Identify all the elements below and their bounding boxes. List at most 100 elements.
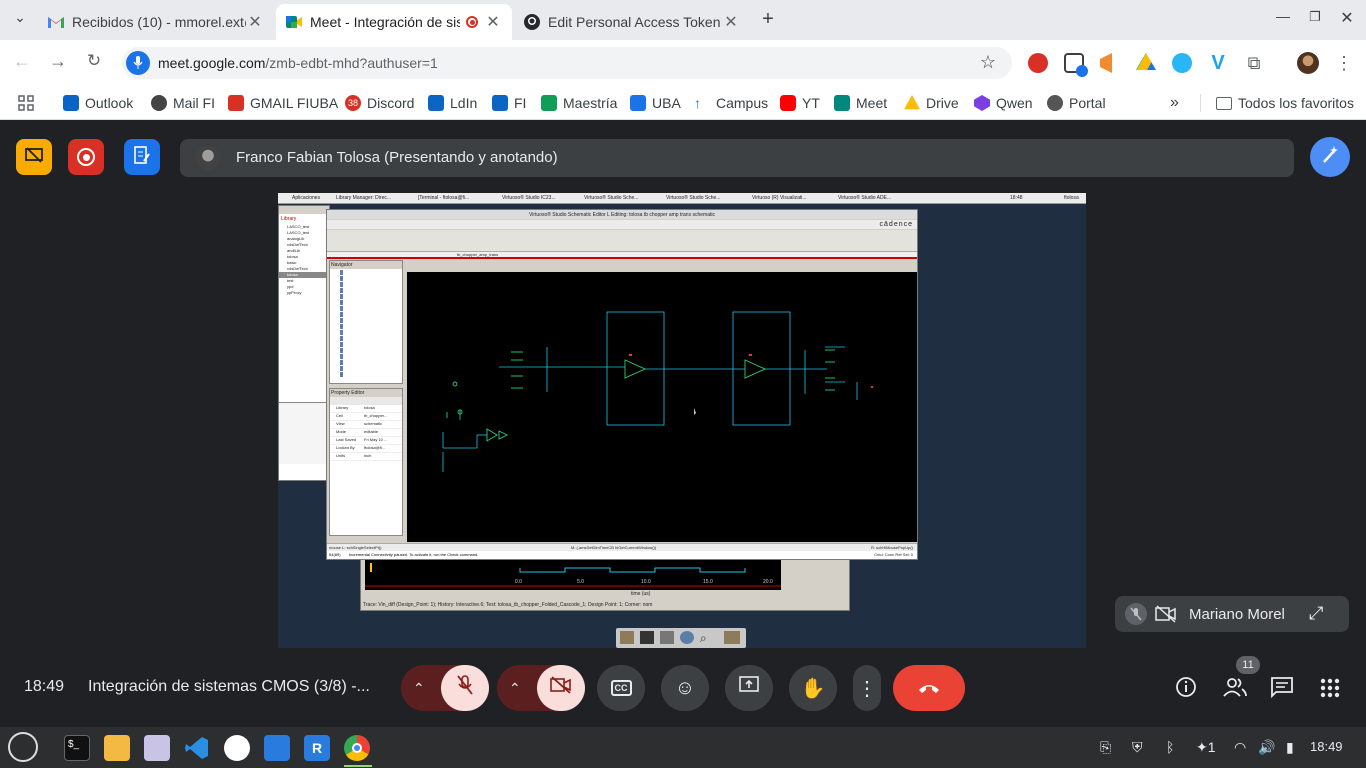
bookmark-yt[interactable]: YT bbox=[780, 93, 820, 113]
navigator-instance-row[interactable] bbox=[340, 288, 356, 293]
camera-options-chevron-icon[interactable]: ⌃ bbox=[509, 680, 521, 697]
terminal-app-icon[interactable]: $_ bbox=[64, 735, 90, 761]
activities-grid-icon[interactable] bbox=[1320, 678, 1340, 698]
apps-grid-icon[interactable] bbox=[18, 93, 34, 113]
navigator-instance-row[interactable] bbox=[340, 342, 356, 347]
vimeo-extension-icon[interactable]: V bbox=[1208, 53, 1228, 73]
navigator-instance-row[interactable] bbox=[340, 366, 356, 371]
navigator-instance-row[interactable] bbox=[340, 324, 356, 329]
schematic-canvas[interactable] bbox=[407, 272, 917, 542]
raise-hand-button[interactable]: ✋ bbox=[789, 665, 837, 711]
battery-icon[interactable]: ▮ bbox=[1286, 739, 1294, 756]
navigator-instance-row[interactable] bbox=[340, 276, 356, 281]
chat-icon[interactable] bbox=[1270, 676, 1294, 699]
vscode-app-icon[interactable] bbox=[184, 735, 210, 761]
bookmark-drive[interactable]: Drive bbox=[904, 93, 959, 113]
shield-icon[interactable]: ⛨ bbox=[1132, 739, 1143, 756]
captions-button[interactable]: CC bbox=[597, 665, 645, 711]
system-clock[interactable]: 18:49 bbox=[1310, 739, 1343, 754]
navigator-instance-row[interactable] bbox=[340, 372, 356, 377]
tab-github[interactable]: Edit Personal Access Token ( ✕ bbox=[514, 4, 750, 40]
tab-gmail[interactable]: Recibidos (10) - mmorel.ext@ ✕ bbox=[38, 4, 274, 40]
mic-options-chevron-icon[interactable]: ⌃ bbox=[413, 680, 425, 697]
bookmark-meet[interactable]: Meet bbox=[834, 93, 887, 113]
back-icon[interactable]: ← bbox=[10, 51, 34, 72]
all-bookmarks-folder[interactable]: Todos los favoritos bbox=[1216, 93, 1354, 113]
cell-tab[interactable]: tb_chopper_amp_trans bbox=[457, 252, 498, 257]
navigator-instance-row[interactable] bbox=[340, 360, 356, 365]
stop-sharing-button[interactable] bbox=[16, 139, 52, 175]
volume-icon[interactable]: 🔊 bbox=[1258, 739, 1275, 756]
bubble-extension-icon[interactable] bbox=[1172, 53, 1192, 73]
tab-meet[interactable]: Meet - Integración de sist ✕ bbox=[276, 4, 512, 40]
bookmark-portal[interactable]: Portal bbox=[1047, 93, 1106, 113]
megaphone-extension-icon[interactable] bbox=[1100, 53, 1112, 73]
bookmark-maestria[interactable]: Maestría bbox=[541, 93, 617, 113]
more-bookmarks-chevron[interactable]: » bbox=[1170, 93, 1179, 113]
bookmark-outlook[interactable]: Outlook bbox=[63, 93, 133, 113]
navigator-instance-row[interactable] bbox=[340, 318, 356, 323]
more-options-button[interactable]: ⋮ bbox=[853, 665, 881, 711]
chrome-like-app-icon[interactable] bbox=[224, 735, 250, 761]
bookmark-star-icon[interactable]: ☆ bbox=[980, 52, 996, 73]
navigator-instance-row[interactable] bbox=[340, 306, 356, 311]
files-app-icon[interactable] bbox=[104, 735, 130, 761]
present-button[interactable] bbox=[725, 665, 773, 711]
cast-extension-icon[interactable] bbox=[1064, 53, 1088, 77]
camera-toggle-button[interactable] bbox=[537, 665, 585, 711]
library-item[interactable]: ypProxy bbox=[279, 290, 329, 296]
reload-icon[interactable]: ↻ bbox=[82, 51, 106, 71]
bookmark-fi[interactable]: FI bbox=[492, 93, 526, 113]
forward-icon[interactable]: → bbox=[46, 51, 70, 72]
reactions-button[interactable]: ☺ bbox=[661, 665, 709, 711]
bookmark-campus[interactable]: ↑ Campus bbox=[694, 93, 768, 113]
close-tab-icon[interactable]: ✕ bbox=[246, 12, 264, 32]
bookmark-uba[interactable]: UBA bbox=[630, 93, 681, 113]
new-tab-button[interactable]: + bbox=[756, 8, 780, 31]
extensions-puzzle-icon[interactable]: ⧉ bbox=[1244, 53, 1264, 73]
navigator-instance-row[interactable] bbox=[340, 354, 356, 359]
clipboard-icon[interactable]: ⎘ bbox=[1100, 739, 1111, 756]
address-bar[interactable]: meet.google.com/zmb-edbt-mhd?authuser=1 … bbox=[122, 47, 1012, 79]
meeting-info-icon[interactable] bbox=[1174, 675, 1198, 699]
microphone-icon[interactable] bbox=[126, 51, 150, 75]
navigator-instance-row[interactable] bbox=[340, 312, 356, 317]
navigator-instance-row[interactable] bbox=[340, 270, 356, 275]
libreoffice-writer-icon[interactable] bbox=[264, 735, 290, 761]
bookmark-gmail-fiuba[interactable]: GMAIL FIUBA bbox=[228, 93, 338, 113]
chrome-app-icon[interactable] bbox=[344, 735, 370, 761]
adblock-extension-icon[interactable] bbox=[1028, 53, 1048, 73]
annotate-button[interactable] bbox=[1310, 137, 1350, 177]
mint-menu-icon[interactable] bbox=[8, 732, 38, 762]
navigator-instance-row[interactable] bbox=[340, 294, 356, 299]
navigator-instance-row[interactable] bbox=[340, 282, 356, 287]
minimize-window-icon[interactable]: — bbox=[1272, 8, 1294, 24]
leave-call-button[interactable] bbox=[893, 665, 965, 711]
close-window-icon[interactable]: ✕ bbox=[1336, 8, 1358, 28]
navigator-instance-row[interactable] bbox=[340, 348, 356, 353]
bookmark-mail-fi[interactable]: Mail FI bbox=[151, 93, 215, 113]
chrome-menu-icon[interactable]: ⋮ bbox=[1334, 53, 1354, 73]
navigator-instance-row[interactable] bbox=[340, 336, 356, 341]
close-tab-icon[interactable]: ✕ bbox=[484, 12, 502, 32]
text-editor-app-icon[interactable] bbox=[144, 735, 170, 761]
navigator-instance-row[interactable] bbox=[340, 300, 356, 305]
people-icon[interactable] bbox=[1222, 675, 1248, 699]
notes-button[interactable] bbox=[124, 139, 160, 175]
bookmark-qwen[interactable]: Qwen bbox=[974, 93, 1033, 113]
close-tab-icon[interactable]: ✕ bbox=[722, 12, 740, 32]
tab-search-chevron-icon[interactable]: ⌄ bbox=[8, 9, 32, 26]
restore-window-icon[interactable]: ❐ bbox=[1304, 9, 1326, 25]
bluetooth-icon[interactable]: ᛒ bbox=[1166, 739, 1174, 755]
expand-icon[interactable]: ⤢ bbox=[1309, 603, 1323, 624]
wifi-icon[interactable]: ◠ bbox=[1234, 739, 1246, 756]
updates-icon[interactable]: ✦1 bbox=[1196, 739, 1216, 756]
bookmark-ldin[interactable]: LdIn bbox=[428, 93, 477, 113]
navigator-instance-row[interactable] bbox=[340, 330, 356, 335]
remote-desktop-app-icon[interactable]: R bbox=[304, 735, 330, 761]
recording-button[interactable] bbox=[68, 139, 104, 175]
profile-avatar[interactable] bbox=[1297, 52, 1319, 74]
mic-toggle-button[interactable] bbox=[441, 665, 489, 711]
drive-extension-icon[interactable] bbox=[1136, 53, 1156, 70]
bookmark-discord[interactable]: 38 Discord bbox=[345, 93, 414, 113]
